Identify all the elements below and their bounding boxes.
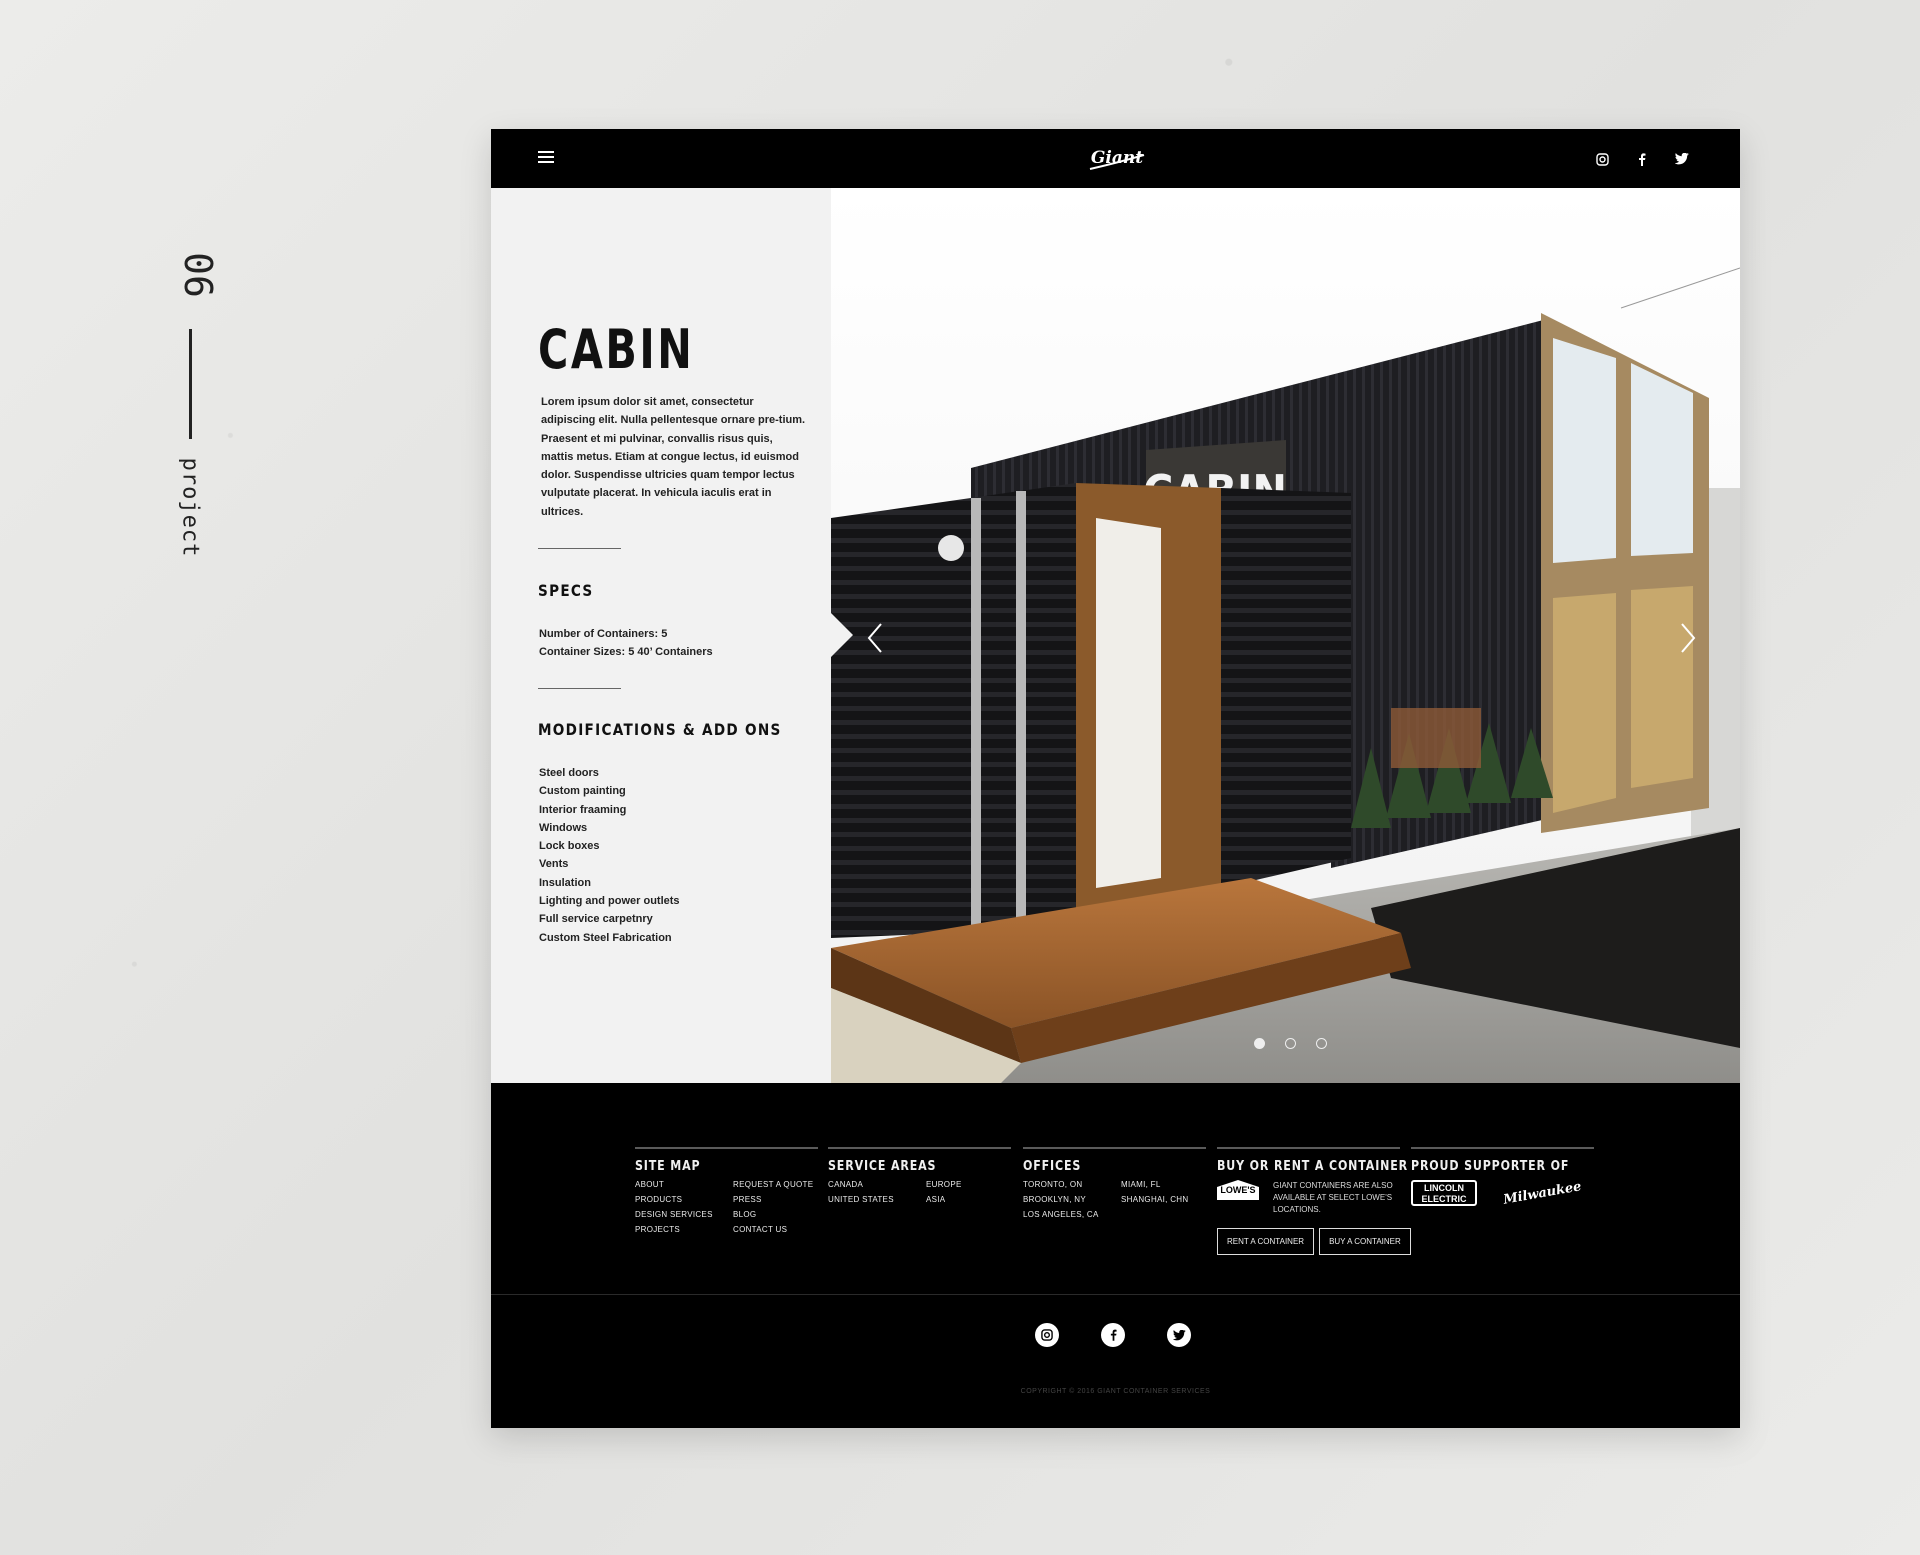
project-info-panel: CABIN Lorem ipsum dolor sit amet, consec… (491, 188, 831, 1083)
slider-prev-arrow[interactable] (861, 618, 889, 658)
list-item: Custom painting (539, 785, 626, 798)
footer-heading: BUY OR RENT A CONTAINER (1217, 1159, 1409, 1174)
list-item: Steel doors (539, 767, 599, 779)
milwaukee-logo[interactable]: Milwaukee (1502, 1179, 1582, 1207)
list-item: Lock boxes (539, 840, 600, 853)
spec-value: 5 40’ Containers (628, 646, 713, 658)
lowes-logo[interactable]: LOWE'S (1217, 1180, 1259, 1200)
site-footer: SITE MAP ABOUT REQUEST A QUOTE PRODUCTS … (491, 1083, 1740, 1428)
footer-supporter: PROUD SUPPORTER OF LINCOLN ELECTRIC Milw… (1411, 1147, 1597, 1207)
footer-link[interactable]: PRESS (733, 1195, 831, 1204)
footer-link[interactable]: CANADA (828, 1180, 926, 1189)
project-number: 06 (176, 252, 220, 298)
side-marker: 06 project (160, 245, 220, 595)
menu-icon[interactable] (538, 151, 554, 163)
slider-next-arrow[interactable] (1674, 618, 1702, 658)
slider-dots (1254, 1038, 1327, 1049)
list-item: Insulation (539, 876, 591, 889)
twitter-icon[interactable] (1167, 1323, 1191, 1347)
footer-link[interactable]: REQUEST A QUOTE (733, 1180, 831, 1189)
footer-link[interactable]: EUROPE (926, 1180, 1024, 1189)
footer-divider (491, 1294, 1740, 1295)
section-divider (538, 688, 621, 689)
project-description: Lorem ipsum dolor sit amet, consectetur … (541, 396, 806, 518)
project-label: project (177, 457, 203, 558)
top-navbar: Giant (491, 129, 1740, 188)
footer-link[interactable]: BLOG (733, 1210, 831, 1219)
footer-link[interactable]: CONTACT US (733, 1225, 831, 1234)
footer-offices: OFFICES TORONTO, ON MIAMI, FL BROOKLYN, … (1023, 1147, 1219, 1219)
modifications-heading: MODIFICATIONS & ADD ONS (538, 720, 782, 739)
footer-link[interactable]: UNITED STATES (828, 1195, 926, 1204)
footer-link[interactable]: DESIGN SERVICES (635, 1210, 733, 1219)
twitter-icon[interactable] (1674, 151, 1690, 167)
footer-link[interactable]: MIAMI, FL (1121, 1180, 1219, 1189)
lincoln-electric-logo[interactable]: LINCOLN ELECTRIC (1411, 1180, 1477, 1206)
footer-link[interactable]: TORONTO, ON (1023, 1180, 1121, 1189)
list-item: Lighting and power outlets (539, 895, 680, 908)
cabin-illustration: CABIN (831, 188, 1740, 1083)
footer-link[interactable]: ASIA (926, 1195, 1024, 1204)
footer-social-links (1035, 1323, 1191, 1347)
footer-heading: SITE MAP (635, 1159, 701, 1174)
spec-containers: Number of Containers: 5 (539, 628, 667, 640)
copyright: COPYRIGHT © 2016 GIANT CONTAINER SERVICE… (1020, 1388, 1211, 1395)
top-social-links (1594, 151, 1690, 167)
footer-link[interactable]: LOS ANGELES, CA (1023, 1210, 1121, 1219)
spec-label: Container Sizes: (539, 646, 629, 658)
footer-link[interactable]: BROOKLYN, NY (1023, 1195, 1121, 1204)
side-divider (189, 329, 192, 439)
rent-container-button[interactable]: RENT A CONTAINER (1217, 1228, 1315, 1255)
project-photo: CABIN (831, 188, 1740, 1083)
project-title: CABIN (538, 318, 695, 381)
spec-value: 5 (661, 628, 668, 640)
modifications-list: Steel doors Custom painting Interior fra… (539, 764, 680, 947)
slider-dot[interactable] (1254, 1038, 1265, 1049)
buy-container-button[interactable]: BUY A CONTAINER (1319, 1228, 1411, 1255)
list-item: Vents (539, 858, 569, 871)
panel-notch (831, 613, 853, 657)
specs-heading: SPECS (538, 581, 594, 600)
list-item: Windows (539, 821, 588, 834)
footer-link[interactable]: PRODUCTS (635, 1195, 733, 1204)
footer-link[interactable]: PROJECTS (635, 1225, 733, 1234)
spec-sizes: Container Sizes: 5 40’ Containers (539, 646, 713, 658)
instagram-icon[interactable] (1035, 1323, 1059, 1347)
facebook-icon[interactable] (1101, 1323, 1125, 1347)
list-item: Custom Steel Fabrication (539, 931, 672, 944)
footer-link[interactable]: SHANGHAI, CHN (1121, 1195, 1219, 1204)
footer-heading: OFFICES (1023, 1159, 1082, 1174)
facebook-icon[interactable] (1634, 151, 1650, 167)
instagram-icon[interactable] (1594, 151, 1610, 167)
footer-buy-rent: BUY OR RENT A CONTAINER LOWE'S GIANT CON… (1217, 1147, 1442, 1255)
footer-service-areas: SERVICE AREAS CANADA EUROPE UNITED STATE… (828, 1147, 1024, 1204)
footer-heading: SERVICE AREAS (828, 1159, 937, 1174)
spec-label: Number of Containers: (539, 628, 662, 640)
slider-dot[interactable] (1316, 1038, 1327, 1049)
footer-heading: PROUD SUPPORTER OF (1411, 1159, 1570, 1174)
lowes-note: GIANT CONTAINERS ARE ALSO AVAILABLE AT S… (1273, 1181, 1393, 1214)
section-divider (538, 548, 621, 549)
list-item: Full service carpetnry (539, 913, 653, 926)
giant-logo[interactable]: Giant (1086, 141, 1148, 175)
footer-link[interactable]: ABOUT (635, 1180, 733, 1189)
slider-dot[interactable] (1285, 1038, 1296, 1049)
footer-site-map: SITE MAP ABOUT REQUEST A QUOTE PRODUCTS … (635, 1147, 831, 1234)
website-mockup: Giant CABIN Lorem ipsum dolor sit amet, … (491, 129, 1740, 1428)
project-hero: CABIN Lorem ipsum dolor sit amet, consec… (491, 188, 1740, 1083)
list-item: Interior fraaming (539, 803, 627, 816)
